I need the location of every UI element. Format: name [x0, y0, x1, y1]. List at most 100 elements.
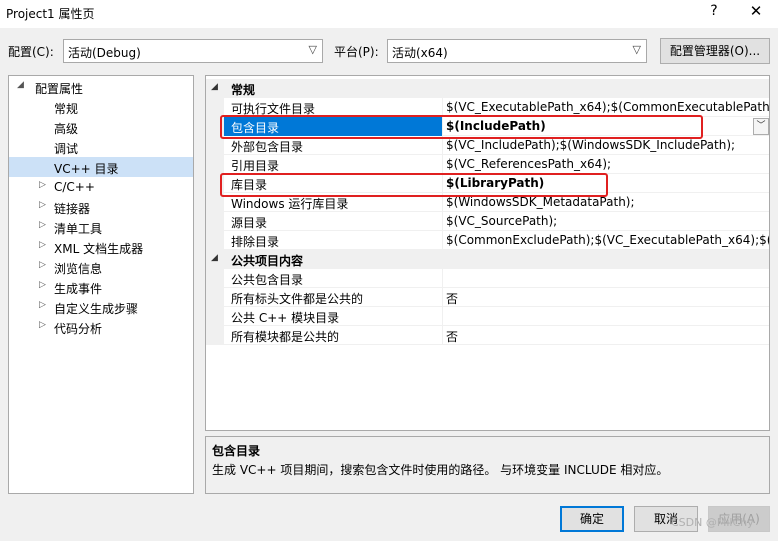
- close-icon[interactable]: ✕: [744, 2, 768, 20]
- column-divider: [442, 307, 443, 326]
- property-row[interactable]: 排除目录 $(CommonExcludePath);$(VC_Executabl…: [206, 231, 769, 250]
- property-tree: ◢ 配置属性 常规 高级 调试 VC++ 目录 ▷ C/C++ ▷ 链接器 ▷ …: [8, 75, 194, 494]
- tree-item-label: 调试: [54, 142, 79, 156]
- property-value[interactable]: 否: [446, 290, 769, 307]
- expanded-icon[interactable]: ◢: [17, 80, 24, 90]
- config-value: 活动(Debug): [68, 46, 141, 60]
- tree-item-advanced[interactable]: 高级: [9, 117, 193, 137]
- tree-item-linker[interactable]: ▷ 链接器: [9, 197, 193, 217]
- tree-item-c-cpp[interactable]: ▷ C/C++: [9, 177, 193, 197]
- tree-item-label: 高级: [54, 122, 79, 136]
- row-gutter: [206, 231, 224, 250]
- collapsed-icon[interactable]: ▷: [39, 180, 46, 190]
- config-manager-button[interactable]: 配置管理器(O)...: [660, 38, 770, 64]
- expanded-icon[interactable]: ◢: [211, 253, 218, 263]
- property-value[interactable]: 否: [446, 328, 769, 345]
- tree-item-code-analysis[interactable]: ▷ 代码分析: [9, 317, 193, 337]
- tree-item-label: 代码分析: [54, 322, 103, 336]
- tree-item-config-properties[interactable]: ◢ 配置属性: [9, 77, 193, 97]
- property-row[interactable]: 所有模块都是公共的 否: [206, 326, 769, 345]
- chevron-down-icon: ▽: [632, 43, 641, 56]
- window-title: Project1 属性页: [6, 7, 95, 21]
- platform-label: 平台(P):: [334, 45, 379, 59]
- annotation-box-include: [220, 115, 703, 139]
- collapsed-icon[interactable]: ▷: [39, 280, 46, 290]
- tree-item-label: 自定义生成步骤: [54, 302, 139, 316]
- category-label: 常规: [231, 83, 256, 97]
- property-row[interactable]: 公共 C++ 模块目录: [206, 307, 769, 326]
- help-icon[interactable]: ?: [704, 3, 724, 19]
- tree-item-debugging[interactable]: 调试: [9, 137, 193, 157]
- title-bar: Project1 属性页 ? ✕: [0, 0, 778, 28]
- tree-item-manifest-tool[interactable]: ▷ 清单工具: [9, 217, 193, 237]
- tree-item-xml-doc-generator[interactable]: ▷ XML 文档生成器: [9, 237, 193, 257]
- tree-item-browse-info[interactable]: ▷ 浏览信息: [9, 257, 193, 277]
- description-text: 生成 VC++ 项目期间，搜索包含文件时使用的路径。 与环境变量 INCLUDE…: [212, 463, 669, 477]
- tree-item-custom-build-step[interactable]: ▷ 自定义生成步骤: [9, 297, 193, 317]
- platform-combo[interactable]: 活动(x64) ▽: [387, 39, 647, 63]
- tree-item-label: 常规: [54, 102, 79, 116]
- ok-button[interactable]: 确定: [560, 506, 624, 532]
- category-general[interactable]: ◢ 常规: [206, 79, 769, 98]
- property-name: 公共包含目录: [231, 273, 304, 287]
- description-panel: 包含目录 生成 VC++ 项目期间，搜索包含文件时使用的路径。 与环境变量 IN…: [205, 436, 770, 494]
- property-value[interactable]: $(WindowsSDK_MetadataPath);: [446, 195, 769, 209]
- column-divider: [442, 155, 443, 174]
- tree-item-label: VC++ 目录: [54, 162, 119, 176]
- tree-item-label: 生成事件: [54, 282, 103, 296]
- column-divider: [442, 288, 443, 307]
- property-name: 所有标头文件都是公共的: [231, 292, 364, 306]
- config-combo[interactable]: 活动(Debug) ▽: [63, 39, 323, 63]
- row-gutter: [206, 269, 224, 288]
- collapsed-icon[interactable]: ▷: [39, 240, 46, 250]
- collapsed-icon[interactable]: ▷: [39, 220, 46, 230]
- expanded-icon[interactable]: ◢: [211, 82, 218, 92]
- tree-item-label: 链接器: [54, 202, 91, 216]
- property-value[interactable]: $(VC_IncludePath);$(WindowsSDK_IncludePa…: [446, 138, 769, 152]
- property-name: 所有模块都是公共的: [231, 330, 340, 344]
- chevron-down-icon[interactable]: ﹀: [753, 118, 769, 135]
- column-divider: [442, 326, 443, 345]
- tree-item-label: 配置属性: [35, 82, 84, 96]
- property-value[interactable]: $(VC_SourcePath);: [446, 214, 769, 228]
- collapsed-icon[interactable]: ▷: [39, 300, 46, 310]
- property-name: 外部包含目录: [231, 140, 304, 154]
- column-divider: [442, 269, 443, 288]
- row-gutter: [206, 155, 224, 174]
- property-name: 排除目录: [231, 235, 280, 249]
- row-gutter: [206, 326, 224, 345]
- tree-item-label: C/C++: [54, 180, 95, 194]
- tree-item-label: XML 文档生成器: [54, 242, 144, 256]
- category-public-project-content[interactable]: ◢ 公共项目内容: [206, 250, 769, 269]
- column-divider: [442, 212, 443, 231]
- property-row[interactable]: 源目录 $(VC_SourcePath);: [206, 212, 769, 231]
- row-gutter: [206, 288, 224, 307]
- property-value[interactable]: $(CommonExcludePath);$(VC_ExecutablePath…: [446, 233, 769, 247]
- tree-item-label: 清单工具: [54, 222, 103, 236]
- property-value[interactable]: $(VC_ExecutablePath_x64);$(CommonExecuta…: [446, 100, 769, 114]
- tree-item-vc-directories[interactable]: VC++ 目录: [9, 157, 193, 177]
- annotation-box-library: [220, 173, 608, 197]
- chevron-down-icon: ▽: [308, 43, 317, 56]
- property-name: 公共 C++ 模块目录: [231, 311, 340, 325]
- property-name: Windows 运行库目录: [231, 197, 349, 211]
- collapsed-icon[interactable]: ▷: [39, 320, 46, 330]
- property-value[interactable]: $(VC_ReferencesPath_x64);: [446, 157, 769, 171]
- property-row[interactable]: 所有标头文件都是公共的 否: [206, 288, 769, 307]
- tree-item-general[interactable]: 常规: [9, 97, 193, 117]
- tree-item-build-events[interactable]: ▷ 生成事件: [9, 277, 193, 297]
- row-gutter: [206, 307, 224, 326]
- collapsed-icon[interactable]: ▷: [39, 260, 46, 270]
- description-title: 包含目录: [212, 444, 261, 458]
- property-row[interactable]: 公共包含目录: [206, 269, 769, 288]
- collapsed-icon[interactable]: ▷: [39, 200, 46, 210]
- platform-value: 活动(x64): [392, 46, 448, 60]
- tree-item-label: 浏览信息: [54, 262, 103, 276]
- column-divider: [442, 231, 443, 250]
- property-name: 引用目录: [231, 159, 280, 173]
- property-row[interactable]: 引用目录 $(VC_ReferencesPath_x64);: [206, 155, 769, 174]
- watermark: CSDN @MilChy: [671, 516, 754, 529]
- config-label: 配置(C):: [8, 45, 54, 59]
- property-name: 源目录: [231, 216, 268, 230]
- row-gutter: [206, 212, 224, 231]
